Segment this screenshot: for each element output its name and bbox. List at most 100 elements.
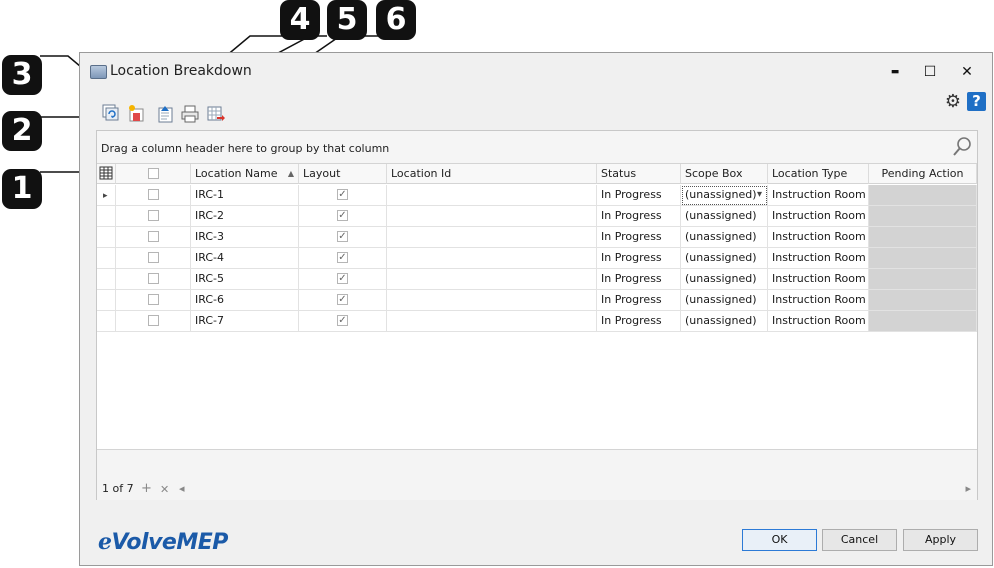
row-select-cell[interactable] [116,185,191,206]
row-select-checkbox[interactable] [148,273,159,284]
row-indicator[interactable] [97,227,116,248]
row-indicator[interactable] [97,248,116,269]
search-icon[interactable] [951,136,973,158]
cell-location-name[interactable]: IRC-6 [191,290,299,311]
layout-checkbox[interactable]: ✓ [337,315,348,326]
row-select-checkbox[interactable] [148,252,159,263]
cell-location-id[interactable] [387,248,597,269]
cell-layout[interactable]: ✓ [299,227,387,248]
row-select-checkbox[interactable] [148,231,159,242]
cell-scope-box[interactable]: (unassigned) [681,227,768,248]
cell-location-name[interactable]: IRC-7 [191,311,299,332]
dropdown-arrow-icon[interactable]: ▾ [757,185,762,205]
new-location-icon[interactable] [127,104,145,122]
cell-pending-action[interactable] [869,227,977,248]
cell-scope-box[interactable]: (unassigned) [681,269,768,290]
ok-button[interactable]: OK [742,529,817,551]
close-button[interactable]: ✕ [952,61,982,83]
layout-checkbox[interactable]: ✓ [337,189,348,200]
cell-location-name[interactable]: IRC-2 [191,206,299,227]
column-header-location-id[interactable]: Location Id [387,164,597,184]
cell-status[interactable]: In Progress [597,290,681,311]
maximize-button[interactable]: ☐ [915,61,945,83]
cell-status[interactable]: In Progress [597,248,681,269]
cell-location-type[interactable]: Instruction Room [768,269,869,290]
row-select-checkbox[interactable] [148,315,159,326]
cell-location-id[interactable] [387,311,597,332]
select-all-checkbox[interactable] [148,168,159,179]
row-select-cell[interactable] [116,311,191,332]
cell-status[interactable]: In Progress [597,269,681,290]
cell-location-name[interactable]: IRC-5 [191,269,299,290]
row-select-cell[interactable] [116,269,191,290]
layout-checkbox[interactable]: ✓ [337,273,348,284]
row-select-checkbox[interactable] [148,210,159,221]
apply-button[interactable]: Apply [903,529,978,551]
cell-location-id[interactable] [387,290,597,311]
delete-record-button[interactable]: ✕ [160,483,169,496]
row-indicator[interactable] [97,311,116,332]
cell-location-type[interactable]: Instruction Room [768,206,869,227]
column-header-scope-box[interactable]: Scope Box [681,164,768,184]
cell-status[interactable]: In Progress [597,311,681,332]
layout-checkbox[interactable]: ✓ [337,252,348,263]
row-indicator[interactable] [97,290,116,311]
cancel-button[interactable]: Cancel [822,529,897,551]
layout-checkbox[interactable]: ✓ [337,294,348,305]
column-header-location-name[interactable]: Location Name ▲ [191,164,299,184]
cell-pending-action[interactable] [869,206,977,227]
cell-layout[interactable]: ✓ [299,311,387,332]
row-select-cell[interactable] [116,248,191,269]
row-indicator[interactable] [97,206,116,227]
row-select-cell[interactable] [116,227,191,248]
row-indicator[interactable]: ▸ [97,185,116,206]
cell-status[interactable]: In Progress [597,206,681,227]
row-select-checkbox[interactable] [148,189,159,200]
export-icon[interactable] [207,105,225,123]
cell-scope-box[interactable]: (unassigned) [681,248,768,269]
print-icon[interactable] [181,105,199,123]
import-icon[interactable] [156,105,174,123]
cell-layout[interactable]: ✓ [299,206,387,227]
cell-status[interactable]: In Progress [597,227,681,248]
row-select-checkbox[interactable] [148,294,159,305]
cell-scope-box[interactable]: (unassigned) ▾ [681,185,768,206]
cell-location-name[interactable]: IRC-3 [191,227,299,248]
minimize-button[interactable]: ▬ [880,61,910,83]
layout-checkbox[interactable]: ✓ [337,231,348,242]
column-header-location-type[interactable]: Location Type [768,164,869,184]
column-header-layout[interactable]: Layout [299,164,387,184]
cell-status[interactable]: In Progress [597,185,681,206]
cell-layout[interactable]: ✓ [299,185,387,206]
cell-layout[interactable]: ✓ [299,290,387,311]
cell-location-type[interactable]: Instruction Room [768,311,869,332]
scroll-right-arrow[interactable]: ▸ [965,482,971,495]
cell-scope-box[interactable]: (unassigned) [681,311,768,332]
cell-pending-action[interactable] [869,269,977,290]
cell-layout[interactable]: ✓ [299,248,387,269]
scroll-left-arrow[interactable]: ◂ [179,482,185,495]
column-chooser-icon[interactable] [99,166,113,180]
cell-location-type[interactable]: Instruction Room [768,185,869,206]
cell-pending-action[interactable] [869,248,977,269]
cell-location-id[interactable] [387,269,597,290]
add-record-button[interactable]: + [141,481,152,496]
cell-location-type[interactable]: Instruction Room [768,290,869,311]
horizontal-scrollbar[interactable]: ◂ ▸ [179,482,975,495]
cell-location-name[interactable]: IRC-4 [191,248,299,269]
settings-gear-icon[interactable]: ⚙ [944,93,962,111]
help-button[interactable]: ? [967,92,986,111]
cell-layout[interactable]: ✓ [299,269,387,290]
cell-location-id[interactable] [387,206,597,227]
refresh-icon[interactable] [102,104,120,122]
column-chooser-header[interactable] [97,164,116,184]
row-select-cell[interactable] [116,290,191,311]
cell-location-name[interactable]: IRC-1 [191,185,299,206]
cell-location-id[interactable] [387,227,597,248]
cell-location-type[interactable]: Instruction Room [768,248,869,269]
cell-scope-box[interactable]: (unassigned) [681,206,768,227]
column-header-status[interactable]: Status [597,164,681,184]
column-header-pending-action[interactable]: Pending Action [869,164,977,184]
row-select-cell[interactable] [116,206,191,227]
select-all-header[interactable] [116,164,191,184]
